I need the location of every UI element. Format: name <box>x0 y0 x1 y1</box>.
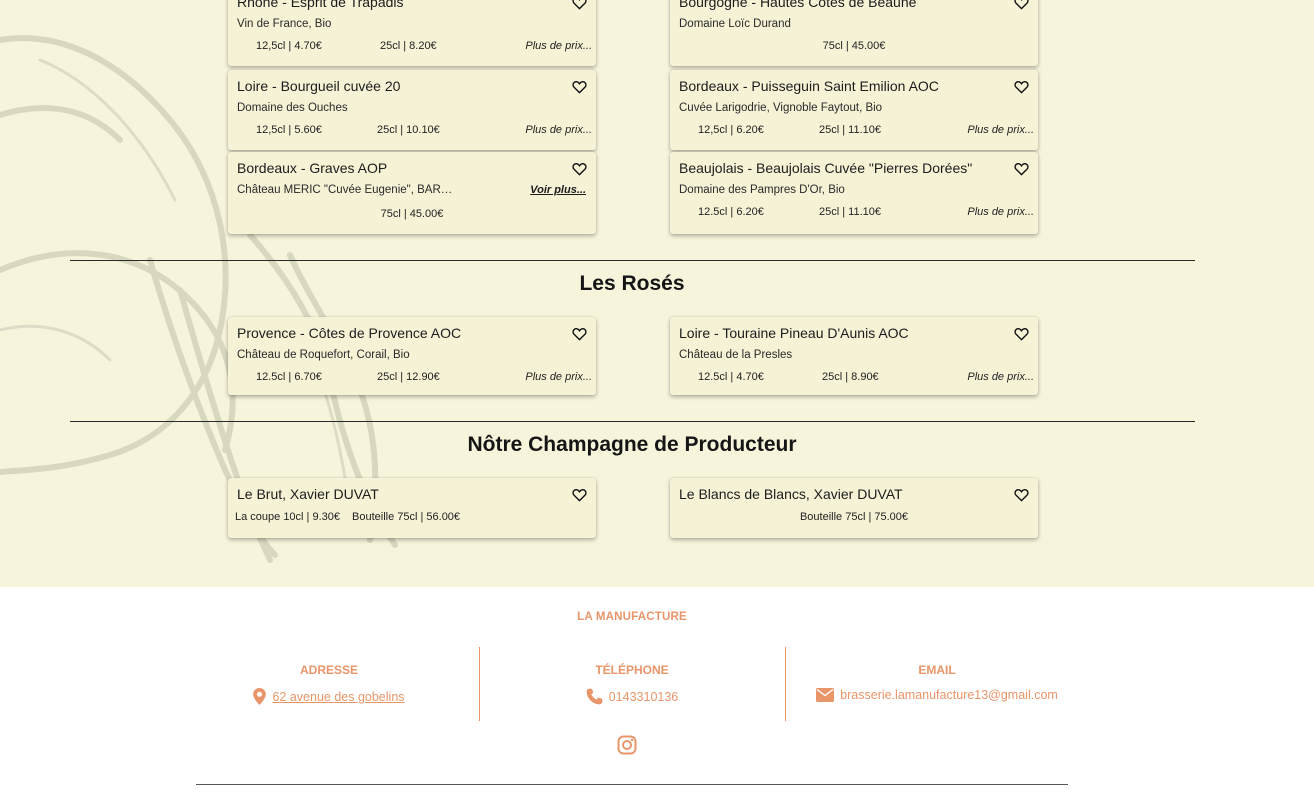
footer-phone-column: TÉLÉPHONE 0143310136 <box>480 648 784 720</box>
wine-price: 75cl | 45.00€ <box>380 208 444 220</box>
heart-outline-icon[interactable] <box>1014 162 1029 176</box>
wine-price: 25cl | 8.90€ <box>822 371 879 383</box>
map-pin-icon <box>253 688 267 705</box>
wine-card[interactable]: Bourgogne - Hautes Côtes de Beaune Domai… <box>670 0 1038 66</box>
wine-name: Rhône - Esprit de Trapadis <box>237 0 404 10</box>
wine-price: 25cl | 10.10€ <box>377 124 440 136</box>
wine-card[interactable]: Rhône - Esprit de Trapadis Vin de France… <box>228 0 596 66</box>
footer-brand: LA MANUFACTURE <box>577 611 687 623</box>
wine-description: Château de la Presles <box>679 349 793 361</box>
more-prices-link[interactable]: Plus de prix... <box>525 40 592 52</box>
heart-outline-icon[interactable] <box>1014 80 1029 94</box>
section-divider <box>70 260 1195 261</box>
section-divider <box>70 421 1195 422</box>
wine-name: Loire - Bourgueil cuvée 20 <box>237 78 401 94</box>
wine-name: Bourgogne - Hautes Côtes de Beaune <box>679 0 917 10</box>
wine-card[interactable]: Loire - Bourgueil cuvée 20 Domaine des O… <box>228 70 596 150</box>
wine-description: Domaine des Pampres D'Or, Bio <box>679 184 845 196</box>
wine-price: 12.5cl | 6.70€ <box>256 371 322 383</box>
wine-card[interactable]: Bordeaux - Graves AOP Château MERIC "Cuv… <box>228 152 596 234</box>
wine-price: La coupe 10cl | 9.30€ <box>235 511 340 523</box>
wine-price: 12,5cl | 5.60€ <box>256 124 322 136</box>
envelope-icon <box>816 688 835 702</box>
section-title-roses: Les Rosés <box>579 272 685 295</box>
address-link[interactable]: 62 avenue des gobelins <box>272 690 404 704</box>
wine-price: 25cl | 8.20€ <box>380 40 437 52</box>
wine-description: Cuvée Larigodrie, Vignoble Faytout, Bio <box>679 102 883 114</box>
wine-description: Domaine Loïc Durand <box>679 18 791 30</box>
footer-address-column: ADRESSE 62 avenue des gobelins <box>180 648 478 720</box>
email-label: EMAIL <box>918 663 956 677</box>
wine-menu-section: Rhône - Esprit de Trapadis Vin de France… <box>0 0 1314 587</box>
heart-outline-icon[interactable] <box>572 162 587 176</box>
wine-price: 12,5cl | 6.20€ <box>698 124 764 136</box>
wine-price: 12,5cl | 4.70€ <box>256 40 322 52</box>
wine-card[interactable]: Le Brut, Xavier DUVAT La coupe 10cl | 9.… <box>228 478 596 538</box>
wine-description: Château de Roquefort, Corail, Bio <box>237 349 410 361</box>
see-more-link[interactable]: Voir plus... <box>530 184 586 196</box>
phone-label: TÉLÉPHONE <box>595 663 669 677</box>
wine-price: 25cl | 11.10€ <box>819 206 881 218</box>
wine-card[interactable]: Le Blancs de Blancs, Xavier DUVAT Boutei… <box>670 478 1038 538</box>
more-prices-link[interactable]: Plus de prix... <box>525 371 592 383</box>
more-prices-link[interactable]: Plus de prix... <box>967 206 1034 218</box>
more-prices-link[interactable]: Plus de prix... <box>525 124 592 136</box>
wine-name: Le Blancs de Blancs, Xavier DUVAT <box>679 486 903 502</box>
heart-outline-icon[interactable] <box>1014 0 1029 10</box>
heart-outline-icon[interactable] <box>1014 488 1029 502</box>
wine-price: Bouteille 75cl | 75.00€ <box>799 511 909 523</box>
heart-outline-icon[interactable] <box>572 488 587 502</box>
heart-outline-icon[interactable] <box>1014 327 1029 341</box>
footer-bottom-divider <box>196 784 1068 785</box>
wine-price: 12.5cl | 6.20€ <box>698 206 764 218</box>
wine-description: Vin de France, Bio <box>237 18 332 30</box>
heart-outline-icon[interactable] <box>572 327 587 341</box>
wine-description: Château MERIC "Cuvée Eugenie", BARON,... <box>237 184 461 196</box>
wine-price: 25cl | 11.10€ <box>819 124 881 136</box>
heart-outline-icon[interactable] <box>572 80 587 94</box>
wine-card[interactable]: Bordeaux - Puisseguin Saint Emilion AOC … <box>670 70 1038 150</box>
wine-card[interactable]: Beaujolais - Beaujolais Cuvée "Pierres D… <box>670 152 1038 234</box>
wine-name: Le Brut, Xavier DUVAT <box>237 486 379 502</box>
wine-name: Bordeaux - Graves AOP <box>237 160 388 176</box>
wine-price: Bouteille 75cl | 56.00€ <box>352 511 461 523</box>
phone-icon <box>586 688 603 705</box>
wine-price: 75cl | 45.00€ <box>822 40 886 52</box>
wine-description: Domaine des Ouches <box>237 102 348 114</box>
wine-name: Loire - Touraine Pineau D'Aunis AOC <box>679 325 909 341</box>
phone-number[interactable]: 0143310136 <box>609 690 679 704</box>
wine-card[interactable]: Provence - Côtes de Provence AOC Château… <box>228 317 596 395</box>
more-prices-link[interactable]: Plus de prix... <box>967 371 1034 383</box>
footer-email-column: EMAIL brasserie.lamanufacture13@gmail.co… <box>786 648 1088 720</box>
more-prices-link[interactable]: Plus de prix... <box>967 124 1034 136</box>
section-title-champagne: Nôtre Champagne de Producteur <box>467 433 797 456</box>
wine-card[interactable]: Loire - Touraine Pineau D'Aunis AOC Chât… <box>670 317 1038 395</box>
heart-outline-icon[interactable] <box>572 0 587 10</box>
wine-name: Bordeaux - Puisseguin Saint Emilion AOC <box>679 78 939 94</box>
wine-name: Beaujolais - Beaujolais Cuvée "Pierres D… <box>679 160 973 176</box>
instagram-icon[interactable] <box>617 735 637 755</box>
wine-price: 25cl | 12.90€ <box>377 371 440 383</box>
wine-name: Provence - Côtes de Provence AOC <box>237 325 462 341</box>
address-label: ADRESSE <box>299 663 358 677</box>
email-address[interactable]: brasserie.lamanufacture13@gmail.com <box>840 688 1058 702</box>
wine-price: 12.5cl | 4.70€ <box>698 371 764 383</box>
